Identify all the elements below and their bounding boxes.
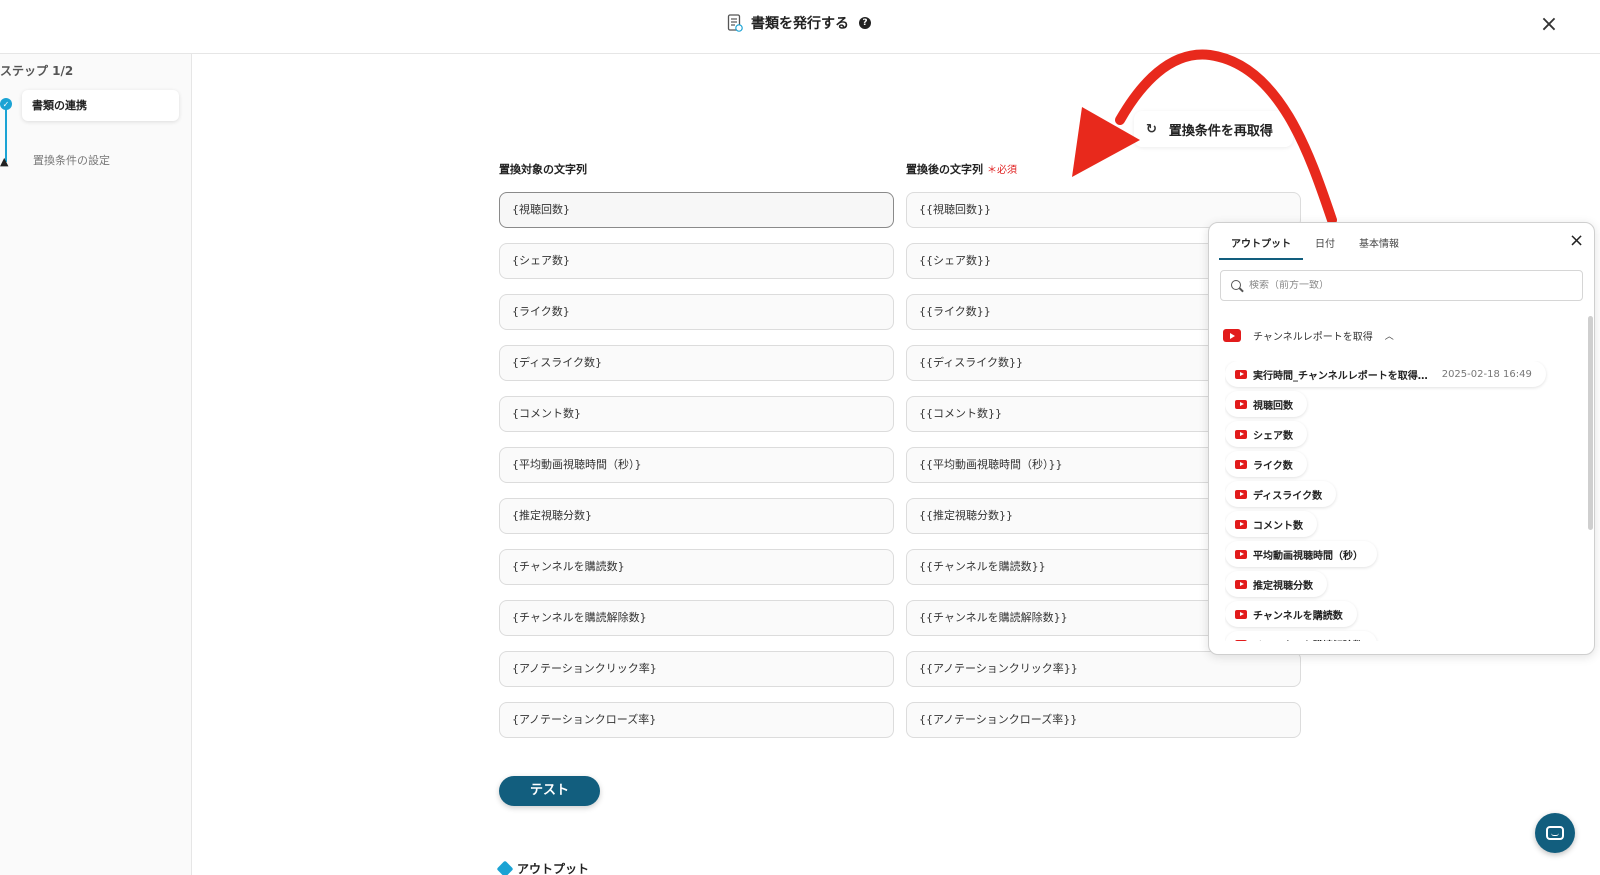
step-counter: ステップ 1/2 [0,64,74,78]
youtube-icon [1223,329,1241,342]
output-item-label: チャンネルを購読解除数 [1253,637,1363,642]
modal-header: 書類を発行する ? × [0,0,1600,54]
youtube-icon [1235,459,1247,469]
step-item-replace-settings[interactable]: 置換条件の設定 [33,152,110,168]
output-item-row: ディスライク数 [1225,481,1575,511]
source-string-field[interactable]: {アノテーションクローズ率} [499,702,894,738]
refetch-label: 置換条件を再取得 [1168,123,1273,139]
output-item-row: ライク数 [1225,451,1575,481]
modal-title: 書類を発行する ? [727,13,871,33]
output-item-label: シェア数 [1253,430,1293,442]
target-column-header-text: 置換後の文字列 [906,163,983,176]
source-string-field[interactable]: {アノテーションクリック率} [499,651,894,687]
warning-icon: ▲ [0,155,9,168]
output-item-label: ライク数 [1253,460,1293,472]
output-items-list: 実行時間_チャンネルレポートを取得… 2025-02-18 16:49 視聴回数シェ… [1225,361,1575,641]
document-icon [727,14,743,32]
output-group-title: チャンネルレポートを取得 [1253,332,1373,343]
panel-scrollbar[interactable] [1588,316,1593,530]
check-icon: ✓ [0,98,12,110]
source-string-field[interactable]: {推定視聴分数} [499,498,894,534]
output-item-row: 視聴回数 [1225,391,1575,421]
tab-basic-info[interactable]: 基本情報 [1347,235,1411,260]
step-item-document-link[interactable]: 書類の連携 [22,90,179,121]
panel-tabs: アウトプット 日付 基本情報 [1219,235,1411,260]
source-string-field[interactable]: {チャンネルを購読解除数} [499,600,894,636]
source-string-field[interactable]: {ディスライク数} [499,345,894,381]
output-item-row: シェア数 [1225,421,1575,451]
refetch-conditions-button[interactable]: ↻ 置換条件を再取得 [1134,111,1293,147]
refresh-icon: ↻ [1146,121,1157,137]
output-item-chip[interactable]: ライク数 [1225,451,1307,477]
step-connector [5,106,7,162]
tab-output[interactable]: アウトプット [1219,235,1303,260]
target-column-header: 置換後の文字列 ＊必須 [906,161,1017,177]
youtube-icon [1235,369,1247,379]
chat-icon [1546,826,1564,840]
close-icon[interactable]: × [1536,12,1562,38]
youtube-icon [1235,429,1247,439]
youtube-icon [1235,639,1247,641]
output-item-value: 2025-02-18 16:49 [1441,368,1532,380]
output-item-label: 推定視聴分数 [1253,580,1313,592]
tab-date[interactable]: 日付 [1303,235,1347,260]
youtube-icon [1235,399,1247,409]
steps-sidebar: ステップ 1/2 ✓ 書類の連携 ▲ 置換条件の設定 [0,54,192,875]
search-icon [1231,279,1243,292]
output-item-row: 推定視聴分数 [1225,571,1575,601]
output-section-header: アウトプット [496,860,590,875]
source-string-field[interactable]: {シェア数} [499,243,894,279]
output-item-chip[interactable]: 推定視聴分数 [1225,571,1327,597]
output-item-chip[interactable]: ディスライク数 [1225,481,1337,507]
youtube-icon [1235,549,1247,559]
modal-title-text: 書類を発行する [751,16,849,32]
output-item-label: チャンネルを購読数 [1253,610,1343,622]
chevron-up-icon: ︿ [1384,332,1394,342]
help-icon[interactable]: ? [859,17,871,29]
required-mark: ＊必須 [987,165,1017,176]
output-item-label: コメント数 [1253,520,1303,532]
output-item-row: 実行時間_チャンネルレポートを取得… 2025-02-18 16:49 [1225,361,1575,391]
source-string-field[interactable]: {チャンネルを購読数} [499,549,894,585]
panel-close-icon[interactable]: × [1569,231,1584,251]
output-item-row: コメント数 [1225,511,1575,541]
output-item-row: チャンネルを購読解除数 [1225,631,1575,641]
target-string-field[interactable]: {{アノテーションクリック率}} [906,651,1301,687]
output-item-chip[interactable]: チャンネルを購読解除数 [1225,631,1377,641]
output-item-chip[interactable]: 平均動画視聴時間（秒） [1225,541,1377,567]
source-column-header: 置換対象の文字列 [499,163,587,176]
output-item-label: 平均動画視聴時間（秒） [1253,550,1363,562]
source-string-field[interactable]: {平均動画視聴時間（秒）} [499,447,894,483]
output-item-row: 平均動画視聴時間（秒） [1225,541,1575,571]
output-item-row: チャンネルを購読数 [1225,601,1575,631]
output-icon [496,860,514,875]
source-string-field[interactable]: {ライク数} [499,294,894,330]
output-item-chip[interactable]: 実行時間_チャンネルレポートを取得… 2025-02-18 16:49 [1225,361,1546,387]
target-string-field[interactable]: {{アノテーションクローズ率}} [906,702,1301,738]
youtube-icon [1235,579,1247,589]
output-item-chip[interactable]: 視聴回数 [1225,391,1307,417]
panel-search [1220,270,1583,301]
source-string-field[interactable]: {コメント数} [499,396,894,432]
search-input[interactable] [1249,280,1569,291]
output-item-label: ディスライク数 [1253,490,1323,502]
output-item-label: 視聴回数 [1253,400,1293,412]
output-item-chip[interactable]: チャンネルを購読数 [1225,601,1357,627]
test-button[interactable]: テスト [499,776,600,806]
output-section-label: アウトプット [517,862,590,875]
youtube-icon [1235,519,1247,529]
output-picker-panel: アウトプット 日付 基本情報 × チャンネルレポートを取得 ︿ 実行時間_チャン… [1208,222,1595,655]
output-item-chip[interactable]: コメント数 [1225,511,1317,537]
chat-support-button[interactable] [1535,813,1575,853]
output-group-header[interactable]: チャンネルレポートを取得 ︿ [1223,328,1394,343]
source-string-field[interactable]: {視聴回数} [499,192,894,228]
youtube-icon [1235,609,1247,619]
youtube-icon [1235,489,1247,499]
output-item-chip[interactable]: シェア数 [1225,421,1307,447]
output-item-label: 実行時間_チャンネルレポートを取得… [1253,370,1428,382]
